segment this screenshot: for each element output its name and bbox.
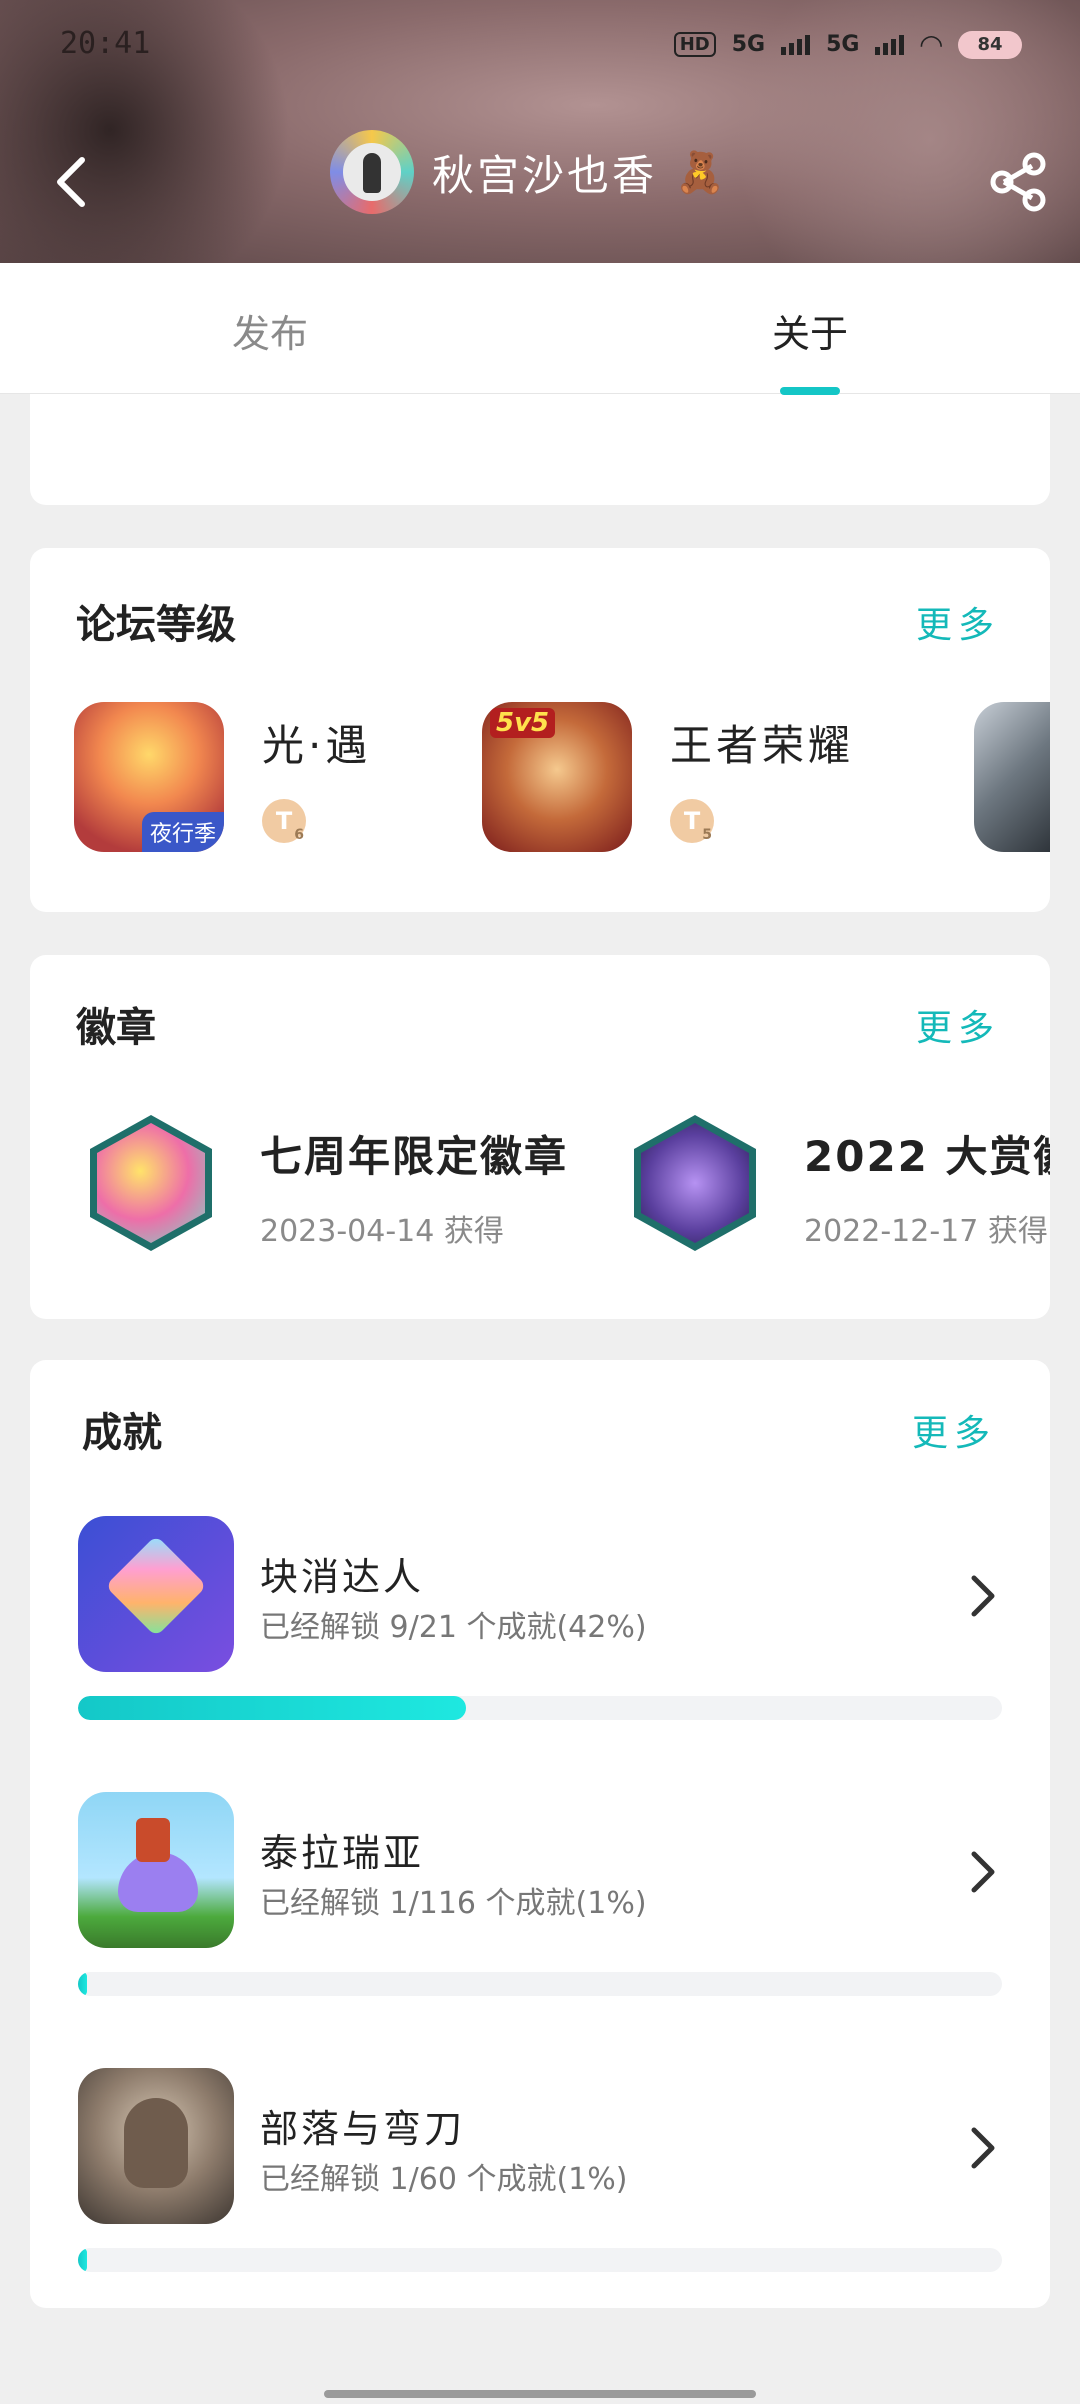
status-icons: HD 5G 5G ◠ 84: [673, 28, 1022, 61]
chevron-right-icon: [971, 2127, 995, 2169]
achievement-game-name: 部落与弯刀: [260, 2107, 466, 2151]
info-card-partial: [30, 393, 1050, 505]
wifi-icon: ◠: [920, 28, 942, 61]
achievements-card: 成就 更多 块消达人 已经解锁 9/21 个成就(42%) 泰拉瑞亚 已经解锁 …: [30, 1360, 1050, 2308]
tab-about[interactable]: 关于: [772, 303, 848, 358]
chevron-right-icon: [971, 1575, 995, 1617]
network-5g-1: 5G: [731, 32, 766, 57]
signal-icon-2: [875, 34, 905, 55]
bannerlord-game-icon: [78, 2068, 234, 2224]
signal-icon: [781, 34, 811, 55]
battery-icon: 84: [958, 30, 1022, 59]
level-badge-icon: T 6: [262, 799, 306, 843]
achievement-progress-text: 已经解锁 9/21 个成就(42%): [260, 1610, 647, 1645]
achievement-row[interactable]: 部落与弯刀 已经解锁 1/60 个成就(1%): [78, 2068, 1002, 2272]
level-number: 6: [294, 827, 304, 843]
badge-item[interactable]: 七周年限定徽章 2023-04-14 获得: [90, 1115, 568, 1251]
badge-item[interactable]: 2022 大赏徽章 2022-12-17 获得: [634, 1115, 1050, 1251]
achievement-progress-bar: [78, 1972, 1002, 1996]
avatar[interactable]: [330, 130, 414, 214]
chevron-right-icon: [971, 1851, 995, 1893]
network-5g-2: 5G: [826, 32, 860, 57]
forum-levels-title: 论坛等级: [76, 602, 236, 648]
active-tab-indicator: [780, 387, 840, 395]
username: 秋宫沙也香: [432, 150, 658, 200]
tab-bar: 发布 关于: [0, 263, 1080, 395]
back-arrow-icon[interactable]: [44, 152, 104, 212]
mode-tag: 5v5: [490, 708, 556, 738]
game-name: 光·遇: [262, 721, 372, 770]
game-icon-partial: [974, 702, 1050, 852]
badge-date: 2023-04-14 获得: [260, 1214, 504, 1249]
achievement-progress-bar: [78, 2248, 1002, 2272]
badge-date: 2022-12-17 获得: [804, 1214, 1048, 1249]
bear-emoji-icon: 🧸: [675, 149, 725, 196]
terraria-game-icon: [78, 1792, 234, 1948]
profile-header: 20:41 HD 5G 5G ◠ 84 秋宫沙也香 🧸: [0, 0, 1080, 263]
profile-identity[interactable]: 秋宫沙也香 🧸: [330, 130, 725, 214]
level-letter: T: [275, 807, 293, 835]
forum-levels-card: 论坛等级 更多 夜行季 光·遇 T 6 5v5 王者荣耀 T 5: [30, 548, 1050, 912]
level-letter: T: [683, 807, 701, 835]
achievement-row[interactable]: 块消达人 已经解锁 9/21 个成就(42%): [78, 1516, 1002, 1720]
achievement-progress-text: 已经解锁 1/60 个成就(1%): [260, 2162, 628, 2197]
badges-more-link[interactable]: 更多: [916, 999, 1000, 1051]
season-tag: 夜行季: [141, 812, 224, 852]
level-badge-icon: T 5: [670, 799, 714, 843]
badge-name: 2022 大赏徽章: [804, 1132, 1050, 1181]
battery-level: 84: [977, 34, 1003, 55]
game-name: 王者荣耀: [670, 721, 855, 770]
achievements-title: 成就: [82, 1410, 162, 1456]
tab-publish[interactable]: 发布: [232, 303, 308, 358]
achievements-more-link[interactable]: 更多: [912, 1404, 996, 1456]
badge-name: 七周年限定徽章: [260, 1132, 569, 1181]
hd-indicator: HD: [673, 32, 716, 57]
forum-game-item[interactable]: 5v5 王者荣耀 T 5: [482, 702, 854, 852]
honor-of-kings-icon: 5v5: [482, 702, 632, 852]
share-icon[interactable]: [986, 150, 1050, 214]
top-nav: 秋宫沙也香 🧸: [0, 130, 1080, 230]
badges-title: 徽章: [76, 1005, 156, 1051]
home-indicator[interactable]: [324, 2390, 756, 2398]
achievement-progress-bar: [78, 1696, 1002, 1720]
forum-game-item[interactable]: 夜行季 光·遇 T 6: [74, 702, 371, 852]
status-time: 20:41: [60, 26, 151, 61]
achievement-row[interactable]: 泰拉瑞亚 已经解锁 1/116 个成就(1%): [78, 1792, 1002, 1996]
sky-game-icon: 夜行季: [74, 702, 224, 852]
award-badge-icon: [634, 1115, 756, 1251]
block-puzzle-game-icon: [78, 1516, 234, 1672]
level-number: 5: [702, 827, 712, 843]
status-bar: 20:41 HD 5G 5G ◠ 84: [0, 0, 1080, 90]
achievement-game-name: 块消达人: [260, 1555, 425, 1599]
achievement-progress-text: 已经解锁 1/116 个成就(1%): [260, 1886, 647, 1921]
badges-card: 徽章 更多 七周年限定徽章 2023-04-14 获得 2022 大赏徽章 20…: [30, 955, 1050, 1319]
achievement-game-name: 泰拉瑞亚: [260, 1831, 425, 1875]
forum-levels-more-link[interactable]: 更多: [916, 596, 1000, 648]
forum-game-item-partial[interactable]: [974, 702, 1050, 852]
anniversary-badge-icon: [90, 1115, 212, 1251]
